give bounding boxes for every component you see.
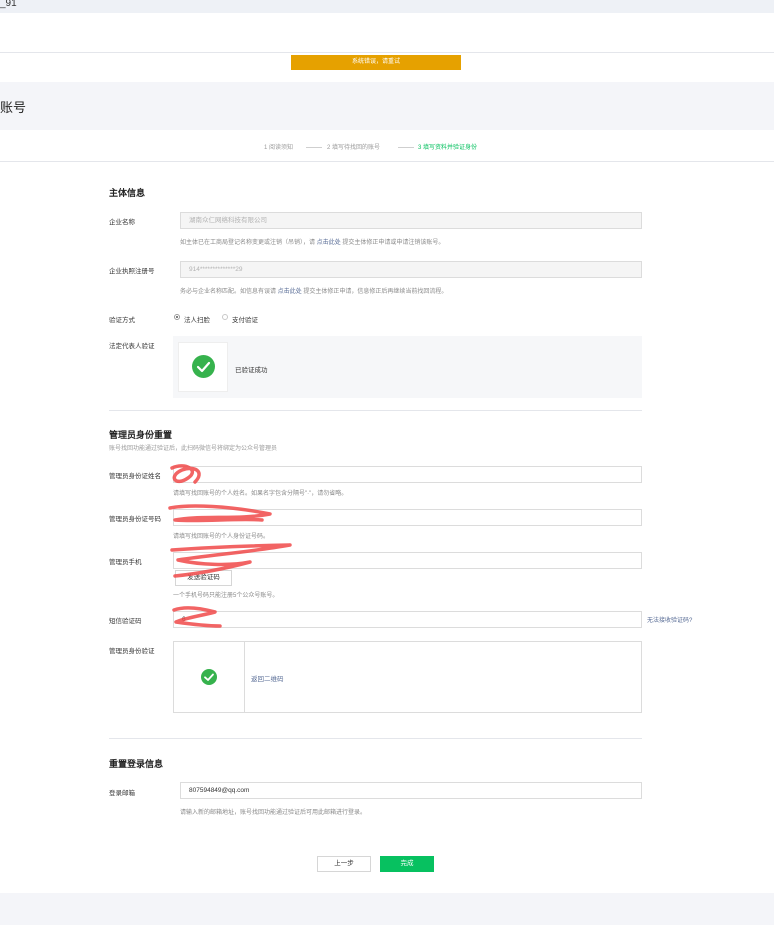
redaction-scribbles	[168, 464, 292, 628]
